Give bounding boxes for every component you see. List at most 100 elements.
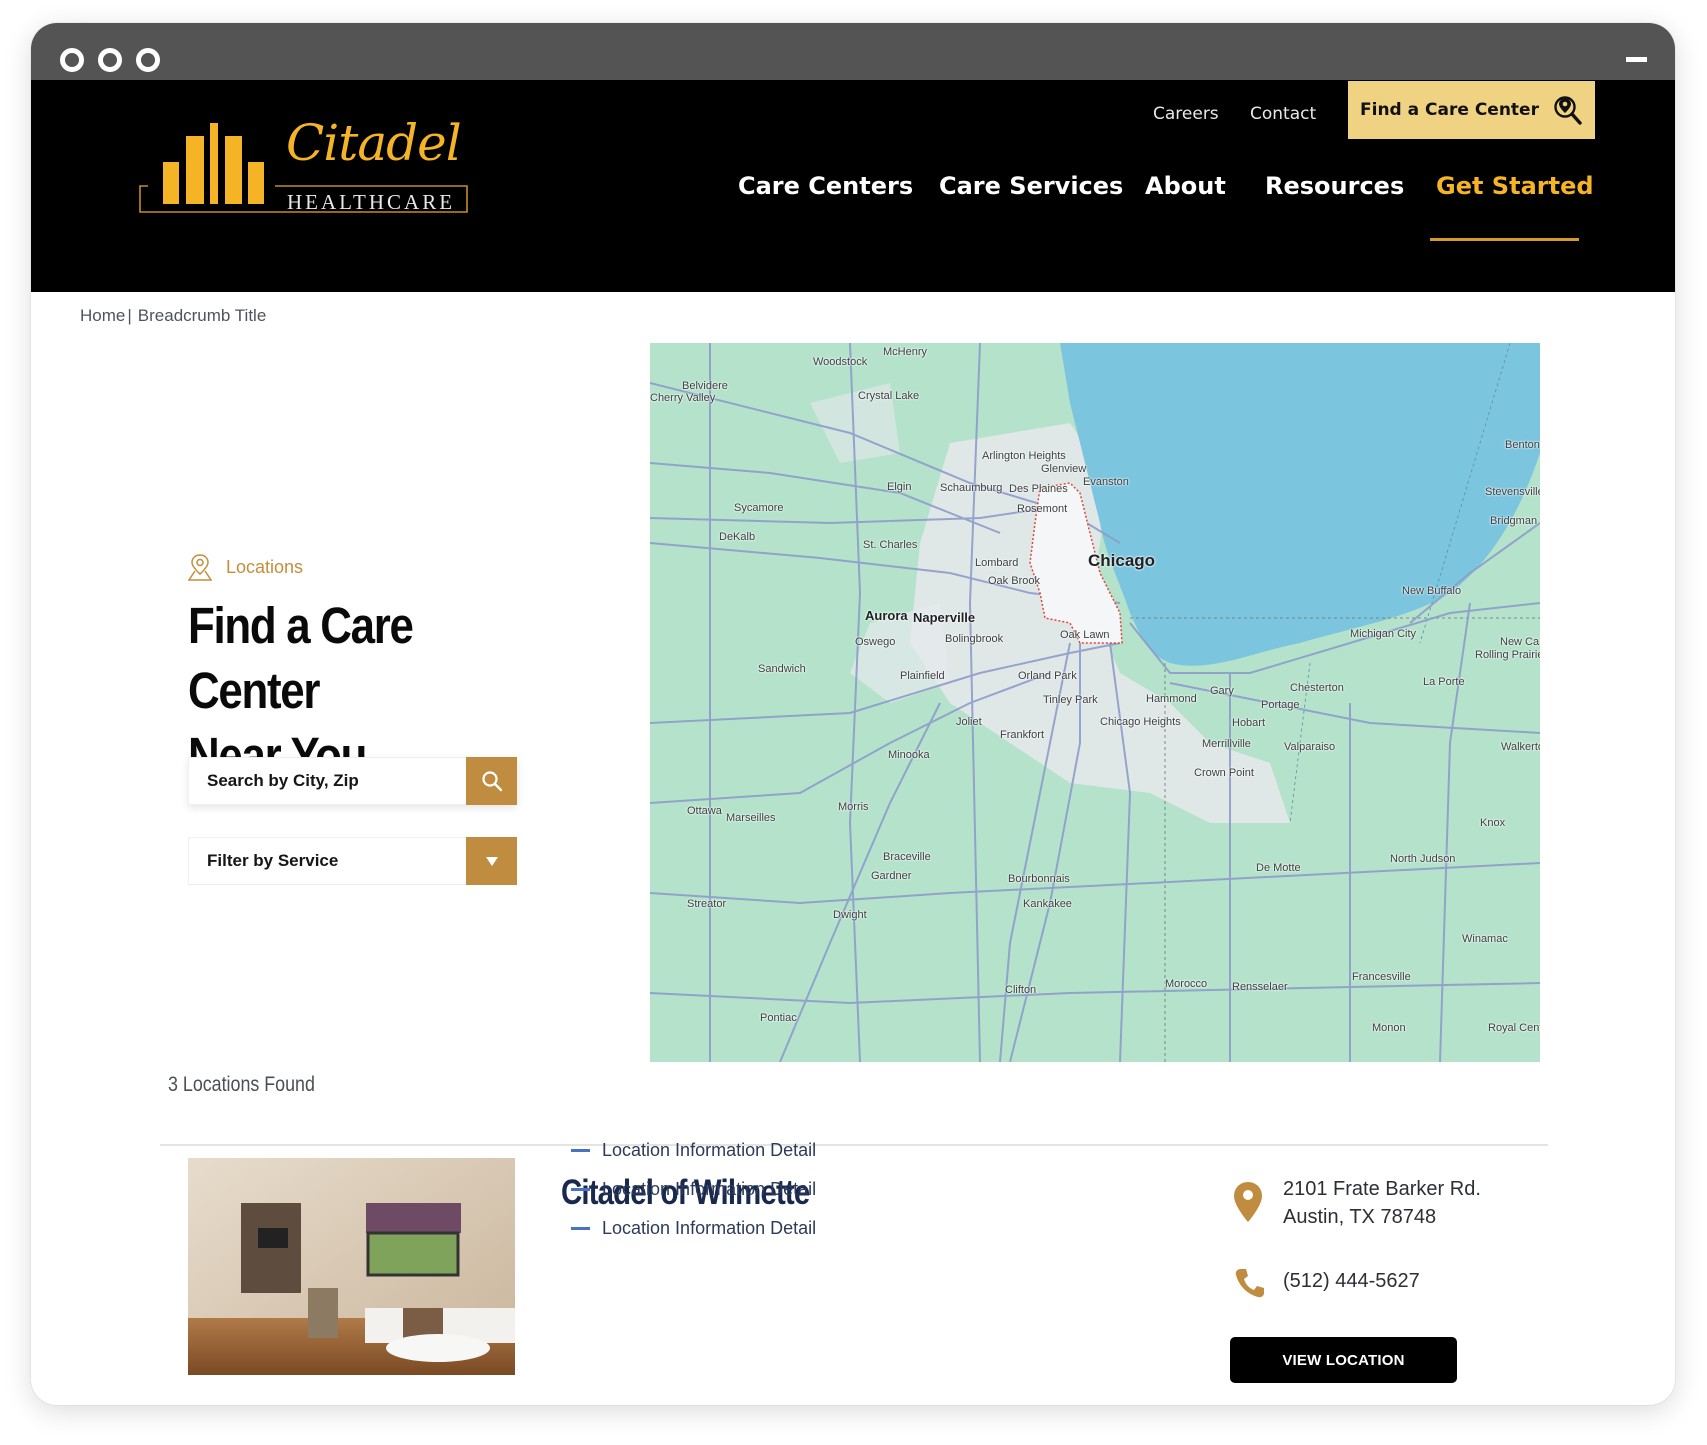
map-place-label: McHenry [883, 346, 928, 358]
map-place-label: Benton [1505, 439, 1540, 451]
map-place-label: Gary [1210, 685, 1234, 697]
active-nav-underline [1430, 238, 1579, 241]
map-place-label: Rosemont [1017, 503, 1068, 515]
breadcrumb-home[interactable]: Home [80, 306, 125, 325]
dash-icon [571, 1188, 590, 1191]
map-place-label: Winamac [1462, 933, 1508, 945]
map-place-label: Hobart [1232, 717, 1266, 729]
location-detail: Location Information Detail [571, 1179, 816, 1200]
location-phone[interactable]: (512) 444-5627 [1283, 1270, 1420, 1293]
map-place-label: Woodstock [813, 356, 868, 368]
location-detail: Location Information Detail [571, 1218, 816, 1239]
window-minimize-button[interactable] [98, 48, 122, 72]
map-place-label: Glenview [1041, 463, 1087, 475]
map-pin-icon [1234, 1182, 1262, 1222]
minimize-icon[interactable] [1626, 57, 1647, 62]
map-place-label: Cherry Valley [650, 392, 716, 404]
map-place-label: Bridgman [1490, 515, 1538, 527]
contact-link[interactable]: Contact [1250, 104, 1316, 124]
map-place-label: Aurora [865, 608, 908, 623]
map-place-label: Hammond [1146, 693, 1197, 705]
map-place-label: Royal Center [1488, 1022, 1540, 1034]
filter-label: Filter by Service [207, 851, 339, 870]
site-header: Citadel HEALTHCARE Careers Contact Find … [31, 80, 1675, 292]
map-place-label: Pontiac [760, 1012, 797, 1024]
nav-about[interactable]: About [1145, 172, 1226, 200]
map-place-label: Crystal Lake [858, 390, 920, 402]
map-place-label: Schaumburg [940, 482, 1003, 494]
phone-icon [1235, 1269, 1264, 1298]
map-place-label: Dwight [833, 909, 867, 921]
breadcrumb: Home | Breadcrumb Title [80, 306, 266, 326]
map-place-label: Frankfort [1000, 729, 1045, 741]
location-detail-text: Location Information Detail [602, 1140, 817, 1160]
search-city-zip-input[interactable]: Search by City, Zip [188, 757, 517, 805]
map-place-label: New Buffalo [1402, 585, 1462, 597]
map-place-label: Gardner [871, 870, 912, 882]
map-place-label: Kankakee [1023, 898, 1072, 910]
locations-eyebrow-text: Locations [226, 556, 304, 577]
location-address: 2101 Frate Barker Rd. Austin, TX 78748 [1283, 1175, 1481, 1231]
search-button[interactable] [466, 757, 517, 805]
map-place-label: Knox [1480, 817, 1506, 829]
logo-wordmark: Citadel [286, 114, 462, 172]
map-place-label: Francesville [1352, 971, 1411, 983]
locations-eyebrow: Locations [188, 553, 303, 581]
citadel-logo[interactable]: Citadel HEALTHCARE [139, 114, 469, 220]
map-place-label: DeKalb [719, 531, 756, 543]
find-care-center-label: Find a Care Center [1360, 100, 1539, 120]
map-place-label: Valparaiso [1284, 741, 1336, 753]
map-place-label: Michigan City [1350, 628, 1417, 640]
locations-map[interactable]: Chicago Aurora Naperville McHenry Woodstock B… [650, 343, 1540, 1062]
breadcrumb-separator: | [127, 306, 132, 325]
map-place-label: Orland Park [1018, 670, 1077, 682]
view-location-button[interactable]: VIEW LOCATION [1230, 1337, 1457, 1383]
map-place-label: St. Charles [863, 539, 918, 551]
window-maximize-button[interactable] [136, 48, 160, 72]
map-place-label: Ottawa [687, 805, 722, 817]
room-photo [188, 1158, 515, 1375]
map-place-label: Rolling Prairie [1475, 649, 1540, 661]
location-detail-text: Location Information Detail [602, 1218, 817, 1238]
address-line1: 2101 Frate Barker Rd. [1283, 1178, 1481, 1200]
search-placeholder: Search by City, Zip [207, 771, 359, 790]
filter-dropdown-button[interactable] [466, 837, 517, 885]
nav-care-services[interactable]: Care Services [939, 172, 1123, 200]
location-photo[interactable] [188, 1158, 515, 1375]
map-place-label: Merrillville [1202, 738, 1251, 750]
nav-care-centers[interactable]: Care Centers [738, 172, 913, 200]
map-place-label: Oswego [855, 636, 896, 648]
map-place-label: Arlington Heights [982, 450, 1066, 462]
nav-get-started[interactable]: Get Started [1436, 172, 1594, 200]
map-place-label: Portage [1261, 699, 1300, 711]
window-close-button[interactable] [60, 48, 84, 72]
location-search-icon [1554, 96, 1582, 125]
map-place-label: Evanston [1083, 476, 1129, 488]
map-place-label: North Judson [1390, 853, 1456, 865]
map-place-label: Chicago [1088, 551, 1156, 570]
location-detail-text: Location Information Detail [602, 1179, 817, 1199]
map-place-label: Morocco [1165, 978, 1208, 990]
careers-link[interactable]: Careers [1153, 104, 1219, 124]
map-place-label: Marseilles [726, 812, 776, 824]
filter-by-service-select[interactable]: Filter by Service [188, 837, 517, 885]
map-place-label: Oak Lawn [1060, 629, 1110, 641]
map-place-label: Bolingbrook [945, 633, 1004, 645]
map-place-label: Bourbonnais [1008, 873, 1070, 885]
map-place-label: Clifton [1005, 984, 1037, 996]
map-place-label: Chicago Heights [1100, 716, 1181, 728]
caret-down-icon [485, 857, 498, 866]
map-place-label: Oak Brook [988, 575, 1040, 587]
map-place-label: Tinley Park [1043, 694, 1098, 706]
map-place-label: Minooka [888, 749, 930, 761]
map-place-label: Walkerton [1501, 741, 1540, 753]
results-count: 3 Locations Found [168, 1073, 315, 1096]
map-place-label: Monon [1372, 1022, 1406, 1034]
nav-resources[interactable]: Resources [1265, 172, 1404, 200]
map-pin-outline-icon [188, 554, 212, 581]
map-place-label: Elgin [887, 481, 912, 493]
map-place-label: Des Plaines [1009, 483, 1068, 495]
map-place-label: New Carlisle [1500, 636, 1540, 648]
find-care-center-button[interactable]: Find a Care Center [1348, 81, 1595, 139]
address-line2: Austin, TX 78748 [1283, 1206, 1437, 1228]
